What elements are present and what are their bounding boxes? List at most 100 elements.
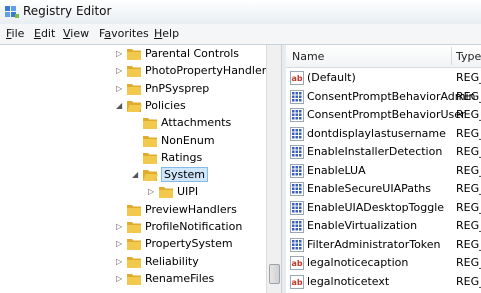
value-name: legalnoticetext bbox=[307, 274, 390, 288]
folder-icon bbox=[127, 239, 141, 251]
folder-icon bbox=[143, 152, 157, 164]
value-row[interactable]: EnableSecureUIAPaths REG_ bbox=[286, 180, 481, 198]
tree-item-previewhandlers[interactable]: PreviewHandlers bbox=[0, 202, 265, 219]
menu-view[interactable]: View bbox=[63, 27, 89, 40]
menu-edit[interactable]: Edit bbox=[34, 27, 55, 40]
value-type: REG_ bbox=[456, 274, 481, 288]
folder-open-icon bbox=[127, 100, 142, 112]
value-name: EnableLUA bbox=[307, 163, 366, 177]
folder-icon bbox=[127, 222, 141, 233]
title-bar[interactable]: Registry Editor bbox=[0, 0, 481, 25]
value-name: EnableSecureUIAPaths bbox=[307, 182, 432, 195]
tree-item-label: Reliability bbox=[145, 254, 199, 268]
tree-item-label: Attachments bbox=[161, 116, 232, 130]
folder-icon bbox=[127, 273, 141, 285]
tree-item-ratings[interactable]: Ratings bbox=[0, 150, 265, 167]
svg-text:ab: ab bbox=[292, 278, 303, 287]
tree-item-label: PropertySystem bbox=[145, 237, 233, 251]
dword-value-icon bbox=[290, 182, 304, 196]
svg-text:ab: ab bbox=[292, 259, 303, 268]
column-divider[interactable] bbox=[451, 47, 452, 65]
expand-arrow-icon[interactable]: ▷ bbox=[148, 187, 156, 197]
tree-item-label: PhotoPropertyHandler bbox=[145, 64, 267, 78]
string-value-icon: ab bbox=[290, 256, 304, 270]
value-row[interactable]: EnableInstallerDetection REG_ bbox=[286, 143, 481, 161]
tree-item-label: NonEnum bbox=[161, 133, 215, 147]
value-row[interactable]: EnableLUA REG_ bbox=[286, 162, 481, 180]
folder-icon bbox=[143, 118, 157, 130]
values-list-pane[interactable]: Name Type ab(Default)REG_ConsentPromptBe… bbox=[286, 45, 481, 293]
expand-arrow-icon[interactable]: ▷ bbox=[116, 49, 124, 59]
expand-arrow-icon[interactable]: ▷ bbox=[116, 239, 124, 249]
tree-item-label: Parental Controls bbox=[145, 47, 239, 60]
expand-arrow-icon[interactable]: ▷ bbox=[116, 257, 124, 267]
value-row[interactable]: EnableVirtualization REG_ bbox=[286, 217, 481, 235]
expand-arrow-icon[interactable]: ▷ bbox=[116, 222, 124, 232]
menu-favorites[interactable]: Favorites bbox=[99, 27, 149, 40]
tree-item-label: RenameFiles bbox=[145, 271, 215, 285]
menu-help[interactable]: Help bbox=[154, 27, 179, 40]
value-row[interactable]: FilterAdministratorToken REG_ bbox=[286, 236, 481, 254]
svg-text:ab: ab bbox=[292, 74, 303, 83]
tree-item-label: PreviewHandlers bbox=[145, 202, 237, 216]
value-type: REG_ bbox=[456, 126, 481, 140]
tree-item-label: Policies bbox=[145, 98, 186, 112]
folder-icon bbox=[127, 256, 141, 268]
value-row[interactable]: ab legalnoticecaption REG_ bbox=[286, 254, 481, 272]
string-value-icon: ab bbox=[290, 274, 304, 289]
tree-item-pnpsysprep[interactable]: ▷ PnPSysprep bbox=[0, 81, 265, 98]
value-row[interactable]: dontdisplaylastusername REG_ bbox=[286, 125, 481, 143]
value-row[interactable]: ConsentPromptBehaviorUserREG_ bbox=[286, 106, 481, 124]
registry-editor-app-icon bbox=[5, 6, 19, 18]
value-name: dontdisplaylastusername bbox=[307, 126, 446, 140]
expand-arrow-icon[interactable]: ▷ bbox=[116, 274, 124, 284]
value-name: ConsentPromptBehaviorAdmin bbox=[307, 89, 476, 103]
tree-item-label: System bbox=[161, 167, 209, 183]
tree-item-nonenum[interactable]: NonEnum bbox=[0, 133, 265, 150]
expand-arrow-icon[interactable]: ▷ bbox=[116, 84, 124, 94]
value-name: EnableUIADesktopToggle bbox=[307, 200, 445, 214]
value-type: REG_ bbox=[456, 145, 481, 158]
value-name: (Default) bbox=[307, 71, 356, 84]
folder-icon bbox=[143, 135, 157, 147]
tree-item-parental-controls[interactable]: ▷ Parental Controls bbox=[0, 46, 265, 63]
tree-scrollbar-thumb[interactable] bbox=[269, 264, 280, 284]
collapse-arrow-icon[interactable]: ◢ bbox=[132, 170, 140, 180]
value-type: REG_ bbox=[456, 108, 481, 121]
tree-item-label: ProfileNotification bbox=[145, 220, 243, 233]
value-type: REG_ bbox=[456, 89, 481, 103]
key-tree-pane[interactable]: ▷ Parental Controls ▷ PhotoPropertyHandler ▷… bbox=[0, 45, 281, 293]
folder-icon bbox=[127, 49, 141, 60]
value-row[interactable]: ConsentPromptBehaviorAdminREG_ bbox=[286, 88, 481, 106]
column-header-type[interactable]: Type bbox=[456, 50, 481, 63]
tree-item-policies[interactable]: ◢ Policies bbox=[0, 98, 265, 115]
menu-file[interactable]: File bbox=[6, 27, 24, 40]
value-name: FilterAdministratorToken bbox=[307, 237, 441, 251]
value-row[interactable]: EnableUIADesktopToggle REG_ bbox=[286, 199, 481, 217]
collapse-arrow-icon[interactable]: ◢ bbox=[116, 101, 124, 111]
tree-item-profilenotification[interactable]: ▷ ProfileNotification bbox=[0, 219, 265, 236]
tree-item-uipi[interactable]: ▷ UIPI bbox=[0, 184, 265, 201]
tree-vertical-scrollbar[interactable] bbox=[266, 45, 281, 293]
dword-value-icon bbox=[290, 126, 304, 141]
column-header-name[interactable]: Name bbox=[292, 50, 324, 63]
value-row[interactable]: ab legalnoticetext REG_ bbox=[286, 273, 481, 291]
menu-bar: File Edit View Favorites Help bbox=[0, 24, 481, 45]
value-type: REG_ bbox=[456, 219, 481, 232]
value-name: ConsentPromptBehaviorUser bbox=[307, 108, 466, 121]
tree-item-photopropertyhandler[interactable]: ▷ PhotoPropertyHandler bbox=[0, 63, 267, 80]
dword-value-icon bbox=[290, 163, 304, 178]
folder-icon bbox=[127, 66, 141, 78]
registry-editor-window: Registry Editor File Edit View Favorites… bbox=[0, 0, 481, 293]
dword-value-icon bbox=[290, 200, 304, 215]
tree-item-propertysystem[interactable]: ▷ PropertySystem bbox=[0, 236, 265, 253]
string-value-icon: ab bbox=[290, 71, 304, 85]
expand-arrow-icon[interactable]: ▷ bbox=[116, 66, 124, 76]
tree-item-reliability[interactable]: ▷ Reliability bbox=[0, 254, 265, 271]
tree-item-attachments[interactable]: Attachments bbox=[0, 115, 265, 132]
tree-item-renamefiles[interactable]: ▷ RenameFiles bbox=[0, 271, 265, 288]
value-type: REG_ bbox=[456, 237, 481, 251]
tree-item-system[interactable]: ◢ System bbox=[0, 167, 265, 184]
folder-open-icon bbox=[143, 170, 158, 182]
value-row[interactable]: ab (Default) REG_ bbox=[286, 69, 481, 87]
